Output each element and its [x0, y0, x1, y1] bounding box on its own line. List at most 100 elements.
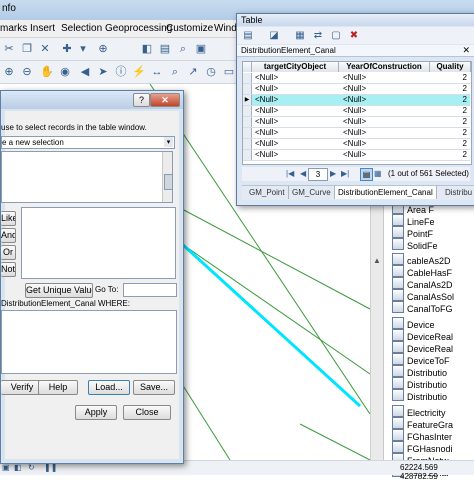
- row-selector[interactable]: [243, 117, 252, 127]
- column-header-targetcityobject[interactable]: targetCityObject: [252, 62, 339, 72]
- table-cell[interactable]: 2: [431, 73, 467, 82]
- show-all-records-icon[interactable]: ▤: [360, 168, 373, 181]
- menu-geoprocessing[interactable]: Geoprocessing: [105, 23, 172, 34]
- delete-selected-icon[interactable]: ✖: [347, 29, 361, 43]
- canal-line[interactable]: [181, 383, 231, 461]
- table-cell[interactable]: 2: [431, 95, 467, 104]
- or-button[interactable]: Or: [1, 245, 16, 260]
- chevron-down-icon[interactable]: ▾: [164, 137, 173, 147]
- table-cell[interactable]: <Null>: [255, 73, 335, 82]
- table-row[interactable]: <Null> <Null> 2: [243, 128, 470, 139]
- table-cell[interactable]: 2: [431, 117, 467, 126]
- table-row[interactable]: ▶ <Null> <Null> 2: [243, 95, 470, 106]
- row-selector[interactable]: [243, 150, 252, 160]
- table-options-icon[interactable]: ▤: [241, 29, 255, 43]
- fields-list[interactable]: [1, 151, 173, 203]
- scroll-thumb[interactable]: [164, 174, 173, 190]
- menu-customize[interactable]: Customize: [166, 23, 213, 34]
- row-selector[interactable]: [243, 106, 252, 116]
- get-unique-values-button[interactable]: Get Unique Values: [25, 283, 93, 298]
- scroll-up-icon[interactable]: ▲: [372, 256, 382, 266]
- hyperlink-icon[interactable]: ⚡: [132, 65, 146, 79]
- menu-insert[interactable]: Insert: [30, 23, 55, 34]
- table-cell[interactable]: <Null>: [255, 139, 335, 148]
- back-icon[interactable]: ◀: [78, 65, 92, 79]
- method-select[interactable]: e a new selection ▾: [1, 136, 175, 149]
- canal-line[interactable]: [181, 243, 371, 375]
- tab-gm-curve[interactable]: GM_Curve: [288, 186, 334, 199]
- table-cell[interactable]: 2: [431, 150, 467, 159]
- unique-values-list[interactable]: [21, 207, 176, 279]
- table-cell[interactable]: <Null>: [255, 117, 335, 126]
- refresh-icon[interactable]: ↻: [28, 463, 35, 472]
- table-cell[interactable]: <Null>: [343, 73, 427, 82]
- select-arrow-icon[interactable]: ➤: [96, 65, 110, 79]
- dropdown-icon[interactable]: ▾: [76, 42, 90, 56]
- dialog-title-bar[interactable]: ? ✕: [1, 91, 183, 109]
- catalog-icon[interactable]: ▤: [158, 42, 172, 56]
- canal-line[interactable]: [181, 208, 371, 310]
- select-by-attributes-icon[interactable]: ▦: [293, 29, 307, 43]
- table-cell[interactable]: <Null>: [343, 117, 427, 126]
- fields-scrollbar[interactable]: [162, 152, 173, 202]
- zoom-icon[interactable]: ⊕: [96, 42, 110, 56]
- close-icon[interactable]: ✕: [150, 93, 180, 107]
- menu-selection[interactable]: Selection: [61, 23, 102, 34]
- add-data-icon[interactable]: ✚: [60, 42, 74, 56]
- find-icon[interactable]: ⌕: [168, 65, 182, 79]
- route-icon[interactable]: ↗: [186, 65, 200, 79]
- toolbox-icon[interactable]: ▣: [194, 42, 208, 56]
- table-cell[interactable]: 2: [431, 128, 467, 137]
- close-icon[interactable]: ✕: [462, 45, 470, 56]
- zoom-in-icon[interactable]: ⊕: [2, 65, 16, 79]
- record-number-input[interactable]: 3: [308, 168, 328, 181]
- time-slider-icon[interactable]: ◷: [204, 65, 218, 79]
- row-selector[interactable]: [243, 139, 252, 149]
- help-button[interactable]: Help: [38, 380, 78, 395]
- layout-view-icon[interactable]: ▣: [2, 463, 10, 472]
- zoom-out-icon[interactable]: ⊖: [20, 65, 34, 79]
- table-cell[interactable]: <Null>: [255, 106, 335, 115]
- related-tables-icon[interactable]: ◪: [267, 29, 281, 43]
- search-icon[interactable]: ⌕: [176, 42, 190, 56]
- table-row[interactable]: <Null> <Null> 2: [243, 117, 470, 128]
- menu-bookmarks[interactable]: marks: [0, 23, 27, 34]
- close-button[interactable]: Close: [123, 405, 171, 420]
- identify-icon[interactable]: ⓘ: [114, 65, 128, 79]
- last-record-icon[interactable]: ▶|: [341, 169, 349, 178]
- column-header-yearofconstruction[interactable]: YearOfConstruction: [339, 62, 430, 72]
- table-cell[interactable]: <Null>: [255, 150, 335, 159]
- table-cell[interactable]: <Null>: [343, 128, 427, 137]
- clear-selection-icon[interactable]: ▢: [329, 29, 343, 43]
- toc-item[interactable]: SolidFe: [392, 238, 438, 252]
- row-selector[interactable]: [243, 84, 252, 94]
- table-cell[interactable]: 2: [431, 139, 467, 148]
- table-cell[interactable]: <Null>: [343, 106, 427, 115]
- table-cell[interactable]: <Null>: [255, 84, 335, 93]
- table-cell[interactable]: <Null>: [343, 139, 427, 148]
- table-cell[interactable]: <Null>: [255, 95, 335, 104]
- next-record-icon[interactable]: ▶: [330, 169, 336, 178]
- not-button[interactable]: Not: [1, 262, 16, 277]
- table-row[interactable]: <Null> <Null> 2: [243, 84, 470, 95]
- table-cell[interactable]: <Null>: [343, 84, 427, 93]
- table-title-bar[interactable]: Table: [237, 14, 474, 26]
- column-header-quality[interactable]: Quality: [430, 62, 471, 72]
- where-clause-editor[interactable]: [1, 310, 177, 374]
- apply-button[interactable]: Apply: [75, 405, 117, 420]
- like-button[interactable]: Like: [1, 211, 16, 226]
- delete-icon[interactable]: ✕: [38, 42, 52, 56]
- layers-icon[interactable]: ◧: [140, 42, 154, 56]
- measure-icon[interactable]: ↔: [150, 65, 164, 79]
- table-row[interactable]: <Null> <Null> 2: [243, 73, 470, 84]
- toc-item[interactable]: Distributio: [392, 389, 447, 403]
- row-selector[interactable]: ▶: [243, 95, 252, 105]
- tab-gm-point[interactable]: GM_Point: [246, 186, 288, 199]
- viewer-icon[interactable]: ▭: [222, 65, 236, 79]
- save-button[interactable]: Save...: [133, 380, 175, 395]
- tab-distribu[interactable]: Distribu: [442, 186, 474, 199]
- show-selected-records-icon[interactable]: ▦: [374, 169, 382, 178]
- toc-item[interactable]: CanalToFG: [392, 301, 453, 315]
- and-button[interactable]: And: [1, 228, 16, 243]
- pan-icon[interactable]: ✋: [40, 65, 54, 79]
